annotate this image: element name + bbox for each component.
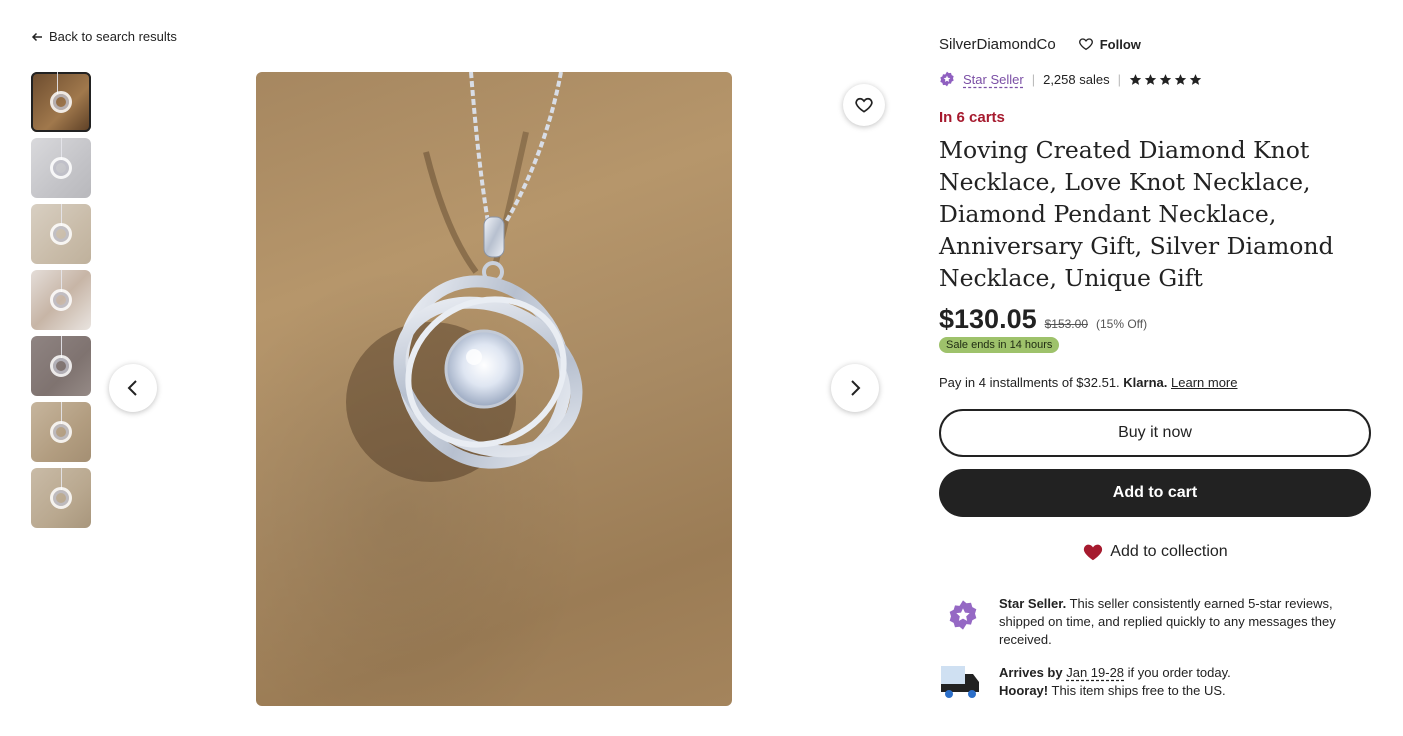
chevron-right-icon — [851, 380, 861, 396]
buy-it-now-button[interactable]: Buy it now — [939, 409, 1371, 457]
thumbnail-list — [31, 72, 91, 528]
star-icon — [1129, 73, 1142, 85]
free-shipping-text: This item ships free to the US. — [1051, 683, 1226, 698]
in-carts-notice: In 6 carts — [939, 109, 1005, 126]
back-to-search-link[interactable]: Back to search results — [31, 29, 177, 44]
star-seller-info: Star Seller. This seller consistently ea… — [939, 595, 1371, 649]
shop-row: SilverDiamondCo Follow — [939, 34, 1371, 54]
divider: | — [1031, 71, 1036, 87]
heart-outline-icon — [855, 97, 873, 113]
follow-button[interactable]: Follow — [1078, 36, 1141, 52]
hooray-label: Hooray! — [999, 683, 1049, 698]
star-icon — [1144, 73, 1157, 85]
thumbnail-6[interactable] — [31, 402, 91, 462]
star-icon — [1159, 73, 1172, 85]
add-to-cart-button[interactable]: Add to cart — [939, 469, 1371, 517]
star-icon — [1189, 73, 1202, 85]
shop-name-link[interactable]: SilverDiamondCo — [939, 36, 1056, 53]
heart-filled-icon — [1084, 544, 1103, 561]
delivery-truck-icon — [941, 666, 979, 698]
back-to-search-label: Back to search results — [49, 29, 177, 44]
thumbnail-2[interactable] — [31, 138, 91, 198]
star-seller-link[interactable]: Star Seller — [963, 72, 1024, 87]
thumbnail-4[interactable] — [31, 270, 91, 330]
price-row: $130.05 $153.00 (15% Off) — [939, 304, 1371, 335]
seller-stats-row: Star Seller | 2,258 sales | — [939, 70, 1371, 88]
sales-count: 2,258 sales — [1043, 71, 1110, 87]
listing-panel: SilverDiamondCo Follow Star Seller | 2,2… — [939, 34, 1371, 700]
divider: | — [1117, 71, 1121, 87]
klarna-brand: Klarna. — [1123, 375, 1168, 390]
learn-more-link[interactable]: Learn more — [1171, 375, 1237, 390]
star-seller-text: Star Seller. This seller consistently ea… — [999, 595, 1371, 649]
thumbnail-1[interactable] — [31, 72, 91, 132]
favorite-button[interactable] — [843, 84, 885, 126]
main-product-image — [256, 72, 732, 706]
add-to-collection-button[interactable]: Add to collection — [939, 541, 1371, 563]
discount-label: (15% Off) — [1096, 317, 1148, 331]
heart-outline-icon — [1078, 38, 1093, 51]
thumbnail-3[interactable] — [31, 204, 91, 264]
next-image-button[interactable] — [831, 364, 879, 412]
shipping-info: Arrives by Jan 19-28 if you order today.… — [939, 664, 1371, 700]
star-seller-title: Star Seller. — [999, 596, 1067, 611]
original-price: $153.00 — [1044, 317, 1088, 331]
arrival-date[interactable]: Jan 19-28 — [1066, 665, 1124, 680]
thumbnail-7[interactable] — [31, 468, 91, 528]
arrives-suffix: if you order today. — [1127, 665, 1231, 680]
necklace-illustration — [346, 72, 583, 482]
star-icon — [1174, 73, 1187, 85]
follow-label: Follow — [1099, 36, 1141, 52]
star-seller-badge-icon — [949, 600, 977, 630]
arrives-prefix: Arrives by — [999, 665, 1063, 680]
add-to-collection-label: Add to collection — [1110, 543, 1228, 560]
shipping-text: Arrives by Jan 19-28 if you order today.… — [999, 664, 1231, 700]
star-seller-badge-icon — [940, 71, 954, 87]
current-price: $130.05 — [939, 304, 1037, 334]
listing-title: Moving Created Diamond Knot Necklace, Lo… — [939, 136, 1334, 292]
sale-badge: Sale ends in 14 hours — [939, 337, 1060, 353]
klarna-text: Pay in 4 installments of $32.51. — [939, 375, 1120, 390]
previous-image-button[interactable] — [109, 364, 157, 412]
thumbnail-5[interactable] — [31, 336, 91, 396]
arrow-left-icon — [31, 32, 42, 41]
chevron-left-icon — [127, 380, 137, 396]
rating-stars[interactable] — [1129, 73, 1202, 86]
klarna-installments: Pay in 4 installments of $32.51. Klarna.… — [939, 375, 1371, 390]
